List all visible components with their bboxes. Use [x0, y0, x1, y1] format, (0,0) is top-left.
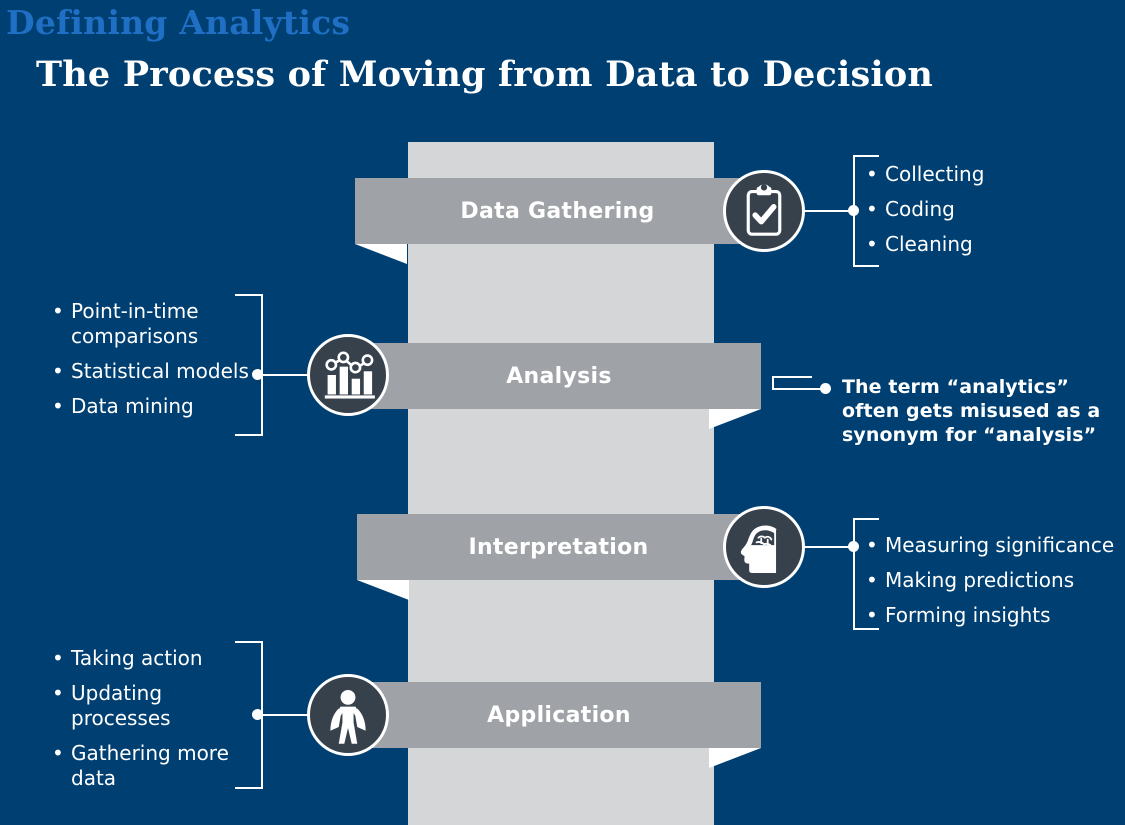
- bullet-marker: •: [866, 162, 878, 186]
- bullet-marker: •: [52, 646, 64, 670]
- bracket-bottom-stage-2: [235, 434, 263, 436]
- bullet-list-stage-4: • Taking action • Updating processes • Gath…: [52, 646, 262, 801]
- ribbon-label-stage-1: Data Gathering: [460, 198, 655, 224]
- list-item-label: Measuring significance: [885, 533, 1115, 557]
- bullet-marker: •: [866, 568, 878, 592]
- ribbon-label-stage-2: Analysis: [506, 363, 612, 389]
- bracket-top-stage-3: [853, 518, 879, 520]
- bullet-marker: •: [866, 533, 878, 557]
- list-item-label: Point-in-time comparisons: [71, 299, 199, 348]
- brain-head-icon: [723, 506, 805, 588]
- bullet-list-stage-2: • Point-in-time comparisons • Statistical …: [52, 299, 257, 429]
- list-item: • Point-in-time comparisons: [52, 299, 257, 349]
- callout-note: The term “analytics” often gets misused …: [842, 376, 1101, 446]
- clipboard-check-icon: [723, 170, 805, 252]
- list-item-label: Gathering more data: [71, 741, 229, 790]
- ribbon-label-stage-3: Interpretation: [468, 534, 649, 560]
- bracket-stem-stage-1: [853, 155, 855, 267]
- connector-line-stage-4: [263, 714, 309, 716]
- ribbon-label-stage-4: Application: [487, 702, 631, 728]
- list-item-label: Making predictions: [885, 568, 1075, 592]
- bullet-marker: •: [866, 197, 878, 221]
- bullet-marker: •: [52, 681, 64, 705]
- list-item-label: Taking action: [71, 646, 203, 670]
- list-item: • Statistical models: [52, 359, 257, 384]
- list-item: • Taking action: [52, 646, 262, 671]
- bullet-marker: •: [52, 299, 64, 323]
- list-item: • Cleaning: [866, 232, 1116, 257]
- list-item: • Updating processes: [52, 681, 262, 731]
- connector-line-stage-3: [805, 546, 853, 548]
- ribbon-fold-stage-1: [355, 244, 407, 264]
- list-item-label: Statistical models: [71, 359, 249, 383]
- eyebrow-title: Defining Analytics: [6, 3, 351, 42]
- infographic-canvas: Defining Analytics The Process of Moving…: [0, 0, 1125, 825]
- bullet-marker: •: [52, 741, 64, 765]
- ribbon-fold-stage-2: [709, 409, 761, 429]
- list-item-label: Data mining: [71, 394, 194, 418]
- bullet-list-stage-1: • Collecting • Coding • Cleaning: [866, 162, 1116, 267]
- list-item: • Collecting: [866, 162, 1116, 187]
- bracket-top-stage-4: [235, 641, 263, 643]
- bracket-top-stage-2: [235, 294, 263, 296]
- connector-line-stage-1: [805, 210, 853, 212]
- ribbon-fold-stage-4: [709, 748, 761, 768]
- list-item: • Coding: [866, 197, 1116, 222]
- note-connector-lower: [772, 388, 824, 390]
- ribbon-stage-4[interactable]: Application: [357, 682, 761, 748]
- bar-chart-line-icon: [307, 334, 389, 416]
- bullet-marker: •: [866, 232, 878, 256]
- list-item: • Measuring significance: [866, 533, 1122, 558]
- ribbon-fold-stage-3: [357, 580, 409, 600]
- note-connector-upper: [772, 376, 812, 378]
- ribbon-stage-1[interactable]: Data Gathering: [355, 178, 760, 244]
- list-item-label: Cleaning: [885, 232, 973, 256]
- list-item: • Gathering more data: [52, 741, 262, 791]
- bracket-top-stage-1: [853, 155, 879, 157]
- list-item: • Data mining: [52, 394, 257, 419]
- bullet-marker: •: [866, 603, 878, 627]
- hero-person-icon: [307, 674, 389, 756]
- bullet-list-stage-3: • Measuring significance • Making predicti…: [866, 533, 1122, 638]
- list-item-label: Forming insights: [885, 603, 1051, 627]
- ribbon-stage-2[interactable]: Analysis: [357, 343, 761, 409]
- bullet-marker: •: [52, 394, 64, 418]
- note-connector-dot: [820, 383, 831, 394]
- bullet-marker: •: [52, 359, 64, 383]
- list-item-label: Coding: [885, 197, 955, 221]
- page-title: The Process of Moving from Data to Decis…: [36, 54, 934, 95]
- ribbon-stage-3[interactable]: Interpretation: [357, 514, 760, 580]
- list-item: • Forming insights: [866, 603, 1122, 628]
- bracket-stem-stage-3: [853, 518, 855, 630]
- bracket-stem-stage-2: [261, 294, 263, 436]
- connector-line-stage-2: [263, 374, 309, 376]
- list-item: • Making predictions: [866, 568, 1122, 593]
- list-item-label: Updating processes: [71, 681, 171, 730]
- list-item-label: Collecting: [885, 162, 985, 186]
